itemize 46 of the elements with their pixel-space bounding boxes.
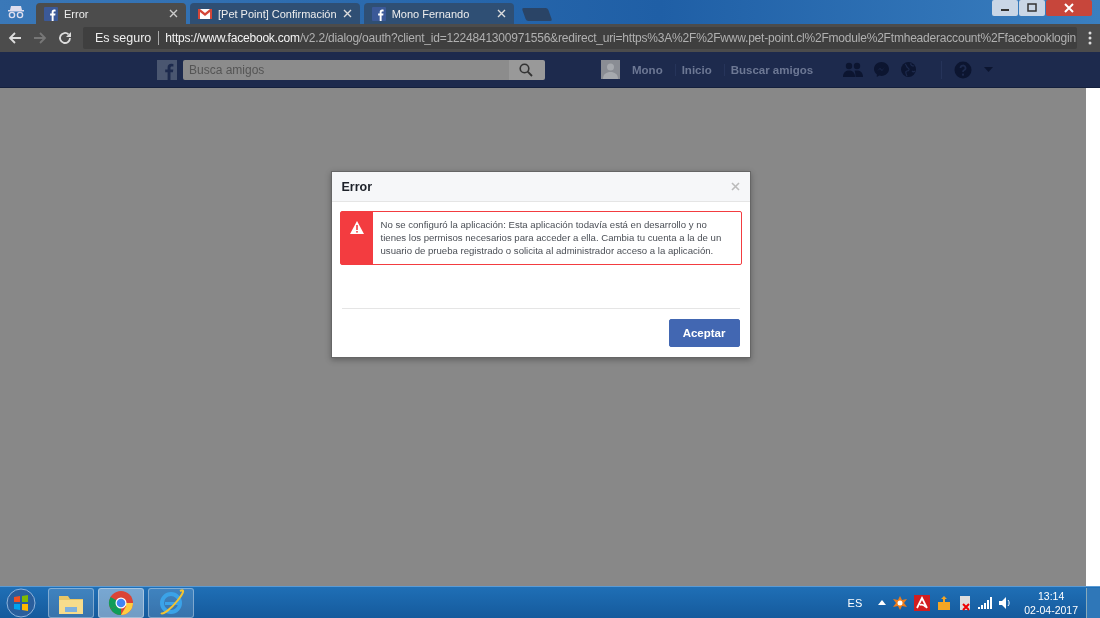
nav-link[interactable]: Buscar amigos (723, 63, 820, 76)
speaker-icon[interactable] (998, 595, 1013, 610)
close-icon[interactable] (169, 9, 178, 18)
clock-time[interactable]: 13:14 (1038, 588, 1065, 603)
antivirus-shield-icon[interactable] (914, 594, 931, 611)
minimize-icon[interactable] (992, 0, 1018, 16)
url-text: https://www.facebook.com/v2.2/dialog/oauth?client_id=1224841300971556&redirect_uri=https%3A%2F%2Fwww.pet-point.cl%2Fmodule%2Ftmheaderaccount%2Ffacebooklogin (165, 31, 1076, 45)
nav-link[interactable]: Inicio (674, 63, 718, 76)
forward-arrow-icon (33, 31, 47, 45)
scrollbar[interactable] (1086, 88, 1100, 586)
taskbar-app-button[interactable] (148, 587, 194, 618)
close-icon[interactable] (342, 9, 352, 18)
browser-tab[interactable]: Mono Fernando (363, 3, 514, 24)
restore-icon[interactable] (1019, 0, 1045, 16)
back-arrow-icon[interactable] (8, 31, 22, 45)
profile-link[interactable]: Mono (626, 63, 669, 76)
mail-icon (198, 6, 212, 21)
close-icon[interactable] (1046, 0, 1092, 16)
facebook-logo-icon (44, 6, 58, 21)
clock-date[interactable]: 02-04-2017 (1024, 602, 1078, 617)
facebook-logo-icon (371, 6, 386, 21)
taskbar-app-button[interactable] (98, 587, 144, 618)
accept-button[interactable]: Aceptar (668, 319, 740, 347)
security-label: Es seguro (95, 31, 160, 45)
tab-title: [Pet Point] Confirmación (218, 7, 337, 20)
device-icon[interactable] (958, 594, 973, 611)
tab-title: Error (64, 7, 90, 20)
menu-icon[interactable] (1088, 31, 1092, 45)
reload-icon[interactable] (58, 31, 72, 45)
language-indicator[interactable]: ES (847, 596, 863, 609)
show-hidden-icons-icon[interactable] (878, 600, 887, 605)
error-message: No se configuró la aplicación: Esta aplicación todavía está en desarrollo y no tienes los permisos necesarios para acceder a ella. Cambia tu cuenta a la de un usuario de prueba registrado o solicita al administrador acceso a la aplicación. (379, 218, 723, 258)
browser-tab[interactable]: Error (36, 3, 186, 24)
address-field[interactable]: Es seguro https://www.facebook.com/v2.2/dialog/oauth?client_id=1224841300971556&redirect_uri=https%3A%2F%2Fwww.pet-point.cl%2Fmodule%2Ftmheaderaccount%2Ffacebooklogin (83, 27, 1077, 49)
browser-tab[interactable]: [Pet Point] Confirmación (190, 3, 360, 24)
dialog-title: Error (341, 179, 373, 194)
signal-bars-icon[interactable] (978, 596, 993, 609)
close-icon[interactable] (496, 9, 506, 18)
package-icon[interactable] (936, 594, 953, 611)
incognito-icon (6, 5, 26, 19)
taskbar-app-button[interactable] (48, 587, 94, 618)
warning-icon (349, 221, 364, 234)
antivirus-icon[interactable] (892, 594, 909, 611)
tab-title: Mono Fernando (391, 7, 471, 20)
search-icon[interactable] (519, 62, 533, 77)
start-button-icon[interactable] (6, 587, 36, 618)
